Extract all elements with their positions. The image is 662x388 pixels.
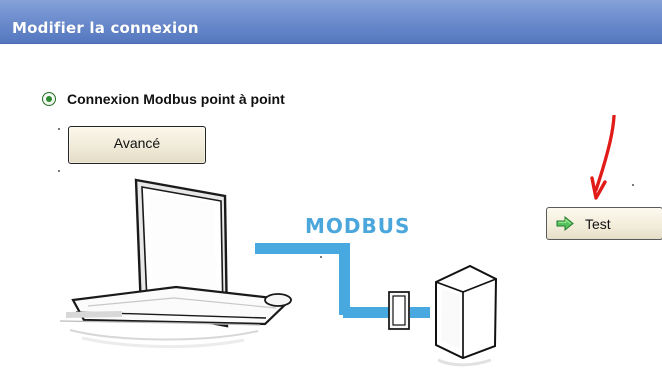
- radio-selected-icon[interactable]: [42, 92, 56, 106]
- modbus-connection-option[interactable]: Connexion Modbus point à point: [42, 89, 285, 109]
- test-button-label: Test: [585, 216, 611, 232]
- modbus-connector: [388, 291, 410, 330]
- green-arrow-right-icon: [556, 215, 575, 232]
- advanced-button-label: Avancé: [113, 135, 161, 151]
- modbus-protocol-label: MODBUS: [305, 214, 411, 238]
- modbus-device-icon: [435, 264, 498, 367]
- test-button[interactable]: Test: [546, 207, 662, 240]
- modify-connection-window: Modifier la connexion Connexion Modbus p…: [0, 0, 662, 388]
- modbus-connection-diagram: [58, 128, 634, 367]
- window-titlebar: Modifier la connexion: [0, 0, 662, 44]
- red-arrow-icon: [590, 115, 616, 200]
- modbus-cable: [255, 243, 430, 318]
- window-title: Modifier la connexion: [12, 19, 199, 37]
- computer-icon: [59, 178, 293, 349]
- radio-dot: [46, 96, 52, 102]
- advanced-button[interactable]: Avancé: [68, 126, 206, 164]
- radio-label: Connexion Modbus point à point: [67, 91, 285, 107]
